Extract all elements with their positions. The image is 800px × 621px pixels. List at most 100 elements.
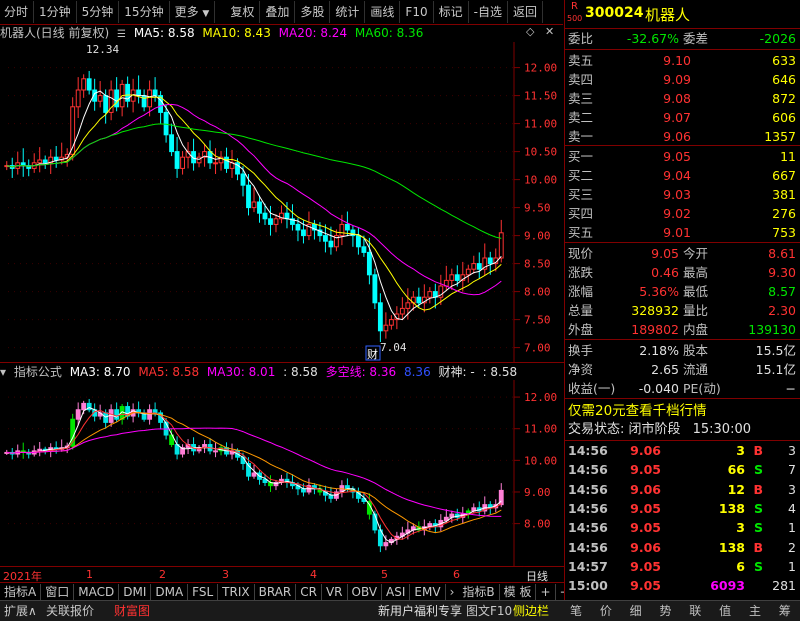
candle-body	[498, 232, 504, 259]
time-label: 3	[222, 568, 229, 581]
tick-row: 14:56 9.05 138 S 4	[565, 500, 800, 518]
indicator-tab[interactable]: 指标A	[0, 583, 42, 601]
indicator-tab[interactable]: FSL	[188, 583, 219, 601]
settings-icon[interactable]: ☰	[117, 29, 126, 40]
stat-row: 现价 9.05 今开 8.61	[565, 245, 800, 263]
promo-text: 仅需20元查看千档行情	[568, 403, 707, 419]
overlay-button[interactable]: 叠加	[260, 1, 296, 23]
time-label: 1	[86, 568, 93, 581]
indicator-tab[interactable]: VR	[322, 583, 348, 601]
candle-body	[141, 95, 147, 108]
stat-label: 换手	[568, 343, 594, 358]
candle-body	[257, 201, 262, 214]
tick-price: 9.05	[630, 520, 661, 536]
tick-time: 14:57	[568, 558, 608, 574]
tick-time: 14:56	[568, 539, 608, 555]
tick-count: 1	[788, 520, 796, 536]
level-volume: 381	[772, 187, 796, 202]
ma60-legend: MA60: 8.36	[354, 26, 424, 40]
tab-1min[interactable]: 1分钟	[34, 1, 77, 23]
tab-value[interactable]: 值	[712, 601, 738, 621]
diamond-icon[interactable]: ◇	[526, 25, 534, 38]
tab-5min[interactable]: 5分钟	[77, 1, 120, 23]
indicator-chart[interactable]: 12.00 11.00 10.00 9.00 8.00	[0, 380, 564, 566]
tab-main[interactable]: 主	[742, 601, 768, 621]
bid-level-row: 买三 9.03 381	[565, 186, 800, 204]
close-icon[interactable]: ✕	[545, 25, 554, 38]
mark-button[interactable]: 标记	[434, 1, 469, 23]
zoom-in-button[interactable]: +	[536, 583, 556, 601]
expand-button[interactable]: 扩展∧	[4, 601, 37, 621]
related-quote-button[interactable]: 关联报价	[46, 601, 94, 621]
stat-value: 189802	[631, 322, 679, 337]
tick-row: 14:56 9.05 66 S 7	[565, 461, 800, 479]
wealth-chart-button[interactable]: 财富图	[114, 601, 150, 621]
scroll-arrow-icon[interactable]: ›	[446, 584, 459, 601]
back-button[interactable]: 返回	[508, 1, 543, 23]
f10-button[interactable]: F10	[400, 1, 434, 23]
indicator-title[interactable]: 指标公式	[14, 365, 62, 379]
moving-average-line	[6, 123, 502, 239]
candle-body	[405, 302, 411, 309]
tick-time: 14:56	[568, 481, 608, 497]
f10-link[interactable]: 图文F10	[466, 601, 512, 621]
tick-volume: 6093	[710, 578, 745, 594]
level-price: 9.10	[663, 53, 691, 68]
indicator-tab[interactable]: ASI	[382, 583, 411, 601]
tick-row: 14:56 9.06 12 B 3	[565, 481, 800, 499]
promo-link[interactable]: 新用户福利专享	[378, 601, 462, 621]
stat-value: -0.040	[638, 381, 679, 396]
indicator-tab[interactable]: EMV	[410, 583, 446, 601]
indicator-b-tab[interactable]: 指标B	[458, 583, 500, 601]
sidebar-toggle[interactable]: 侧边栏	[513, 601, 549, 621]
statistics-button[interactable]: 统计	[330, 1, 366, 23]
v3-legend: : 8.58	[482, 365, 518, 379]
quote-panel: R 500 300024 机器人 委比 -32.67% 委差 -2026 卖五 …	[564, 0, 800, 600]
stat-value: 2.18%	[639, 343, 679, 358]
draw-line-button[interactable]: 画线	[365, 1, 401, 23]
indicator-tab[interactable]: DMA	[151, 583, 189, 601]
candle-body	[246, 184, 251, 209]
tab-chips[interactable]: 筹	[772, 601, 798, 621]
indicator-tab[interactable]: BRAR	[255, 583, 297, 601]
kline-chart[interactable]: 12.00 11.50 11.00 10.50 10.00 9.50 9.00 8.50 8.0…	[0, 42, 564, 362]
stock-code: 300024	[585, 5, 644, 21]
time-label: 4	[310, 568, 317, 581]
indicator-tab[interactable]: MACD	[74, 583, 120, 601]
collapse-icon[interactable]: ▾	[0, 365, 6, 379]
tab-price[interactable]: 价	[593, 601, 619, 621]
time-label: 6	[453, 568, 460, 581]
stat-value: 9.05	[651, 246, 679, 261]
indicator-tab[interactable]: 窗口	[41, 583, 75, 601]
candle-body	[487, 257, 493, 265]
fuquan-button[interactable]: 复权	[225, 1, 261, 23]
level-label: 卖五	[568, 53, 594, 68]
indicator-tab[interactable]: CR	[296, 583, 322, 601]
indicator-tab[interactable]: TRIX	[218, 583, 255, 601]
candle-body	[103, 95, 109, 113]
indicator-tab[interactable]: DMI	[119, 583, 152, 601]
promo-banner[interactable]: 仅需20元查看千档行情	[565, 401, 800, 421]
indicator-tab[interactable]: OBV	[348, 583, 383, 601]
tick-count: 3	[788, 443, 796, 458]
tab-detail[interactable]: 细	[623, 601, 649, 621]
quote-header: R 500 300024 机器人	[565, 0, 800, 28]
weibi-row: 委比 -32.67% 委差 -2026	[565, 30, 800, 48]
tab-link[interactable]: 联	[682, 601, 708, 621]
multi-stock-button[interactable]: 多股	[295, 1, 331, 23]
y-tick-label: 12.00	[524, 391, 557, 404]
tab-intraday[interactable]: 分时	[0, 1, 35, 23]
more-button[interactable]: 更多 ▼	[170, 1, 216, 23]
stat-label: 外盘	[568, 322, 594, 337]
tab-trend[interactable]: 势	[652, 601, 678, 621]
tab-trades[interactable]: 笔	[563, 601, 589, 621]
candle-body	[262, 212, 268, 220]
stat-label: PE(动)	[683, 381, 721, 396]
template-button[interactable]: 模 板	[500, 583, 537, 601]
tick-side: B	[753, 443, 763, 458]
candle-body	[81, 78, 87, 91]
bid-level-row: 买一 9.05 11	[565, 148, 800, 166]
watchlist-remove-button[interactable]: -自选	[469, 1, 508, 23]
candle-body	[86, 78, 92, 91]
tab-15min[interactable]: 15分钟	[119, 1, 170, 23]
